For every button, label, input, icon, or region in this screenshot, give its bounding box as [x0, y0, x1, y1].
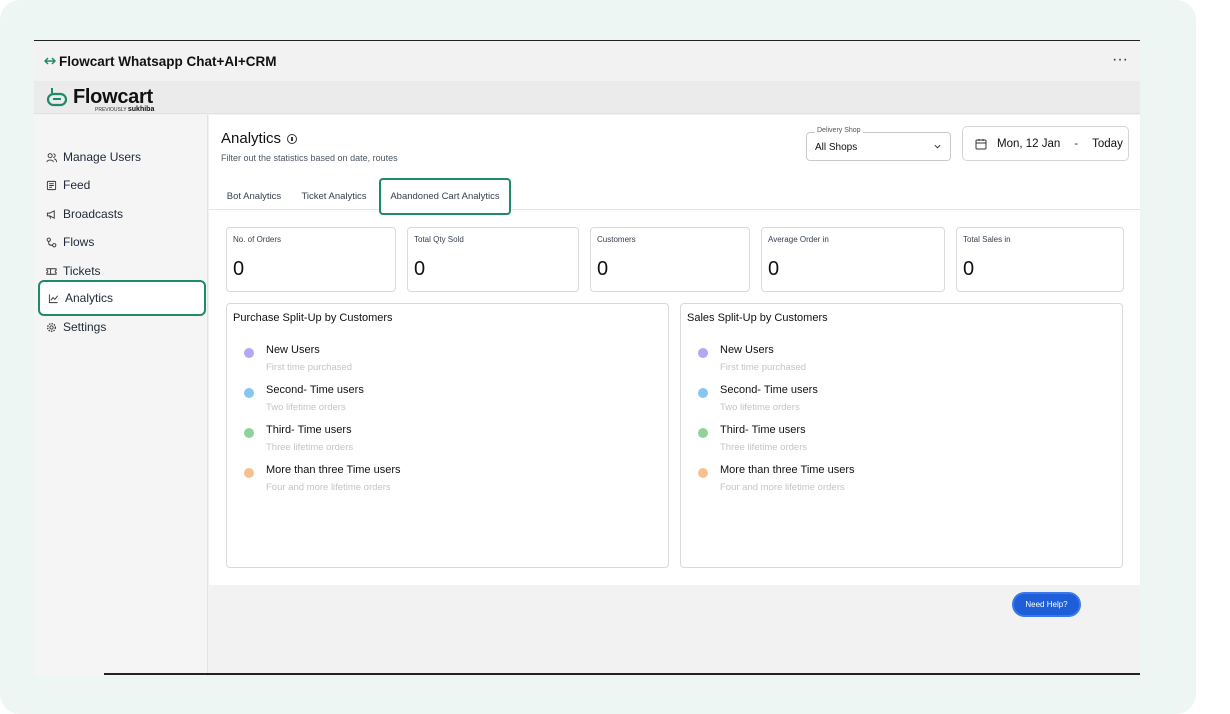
purchase-split-panel: Purchase Split-Up by Customers New Users…: [226, 303, 669, 568]
stat-value: 0: [597, 258, 609, 280]
legend-dot: [244, 428, 254, 438]
legend-dot: [698, 428, 708, 438]
delivery-shop-label: Delivery Shop: [815, 127, 863, 134]
stat-label: No. of Orders: [233, 235, 282, 244]
stat-label: Average Order in: [768, 235, 829, 244]
title-bar: Flowcart Whatsapp Chat+AI+CRM ···: [34, 41, 1140, 81]
chevron-down-icon: [934, 144, 941, 149]
legend-desc: Three lifetime orders: [266, 442, 354, 453]
more-options-button[interactable]: ···: [1112, 51, 1128, 69]
users-icon: [46, 152, 57, 162]
page-subtitle: Filter out the statistics based on date,…: [221, 153, 398, 163]
sidebar-item-label: Tickets: [63, 264, 101, 278]
page-title-text: Analytics: [221, 130, 282, 147]
legend-desc: Three lifetime orders: [720, 442, 808, 453]
flows-icon: [46, 237, 57, 247]
sidebar-item-label: Analytics: [65, 291, 114, 305]
main-content: Analytics Filter out the statistics base…: [209, 115, 1140, 585]
flowcart-logo-icon: [46, 88, 68, 107]
tab-bot-analytics[interactable]: Bot Analytics: [221, 182, 287, 210]
megaphone-icon: [46, 209, 55, 219]
need-help-button[interactable]: Need Help?: [1012, 592, 1081, 617]
sidebar: Manage Users Feed Broadcasts Flows Ticke…: [34, 115, 208, 676]
chart-icon: [48, 293, 58, 303]
bottom-edge: [104, 673, 1140, 675]
page-title: Analytics: [221, 130, 298, 147]
window-title: Flowcart Whatsapp Chat+AI+CRM: [59, 54, 277, 69]
info-icon[interactable]: [287, 133, 298, 144]
analytics-tabs: Bot Analytics Ticket Analytics Abandoned…: [209, 178, 1140, 215]
app-window: Flowcart Whatsapp Chat+AI+CRM ··· Flowca…: [34, 40, 1140, 676]
logo-old-name: sukhiba: [127, 106, 155, 113]
date-separator: -: [1074, 137, 1079, 150]
stat-value: 0: [768, 258, 780, 280]
stat-card-average-order: Average Order in 0: [761, 227, 945, 292]
logo-previously: PREVIOUSLY sukhiba: [95, 106, 154, 113]
legend-desc: First time purchased: [720, 362, 807, 373]
legend-name: New Users: [266, 344, 320, 356]
date-from: Mon, 12 Jan: [997, 137, 1061, 150]
legend-name: More than three Time users: [720, 464, 855, 476]
legend-name: More than three Time users: [266, 464, 401, 476]
calendar-icon: [975, 138, 987, 149]
logo-bar: Flowcart PREVIOUSLY sukhiba: [34, 81, 1140, 114]
delivery-shop-value: All Shops: [815, 142, 858, 153]
sidebar-item-label: Settings: [63, 320, 107, 334]
stat-card-qty-sold: Total Qty Sold 0: [407, 227, 579, 292]
tab-ticket-analytics[interactable]: Ticket Analytics: [297, 182, 371, 210]
sidebar-item-label: Flows: [63, 235, 95, 249]
legend-desc: Four and more lifetime orders: [720, 482, 845, 493]
legend-desc: Two lifetime orders: [266, 402, 346, 413]
stat-value: 0: [963, 258, 975, 280]
stat-label: Total Qty Sold: [414, 235, 464, 244]
gear-icon: [47, 322, 56, 332]
legend-name: Third- Time users: [720, 424, 806, 436]
logo-previously-label: PREVIOUSLY: [95, 107, 127, 113]
date-range-picker[interactable]: Mon, 12 Jan - Today: [962, 126, 1129, 161]
ticket-icon: [46, 267, 57, 275]
sidebar-item-label: Manage Users: [63, 150, 142, 164]
app-icon: [44, 57, 56, 65]
panel-title: Sales Split-Up by Customers: [687, 312, 828, 324]
legend-name: Third- Time users: [266, 424, 352, 436]
sidebar-item-label: Broadcasts: [63, 207, 124, 221]
sidebar-item-settings[interactable]: Settings: [38, 310, 206, 344]
stat-value: 0: [233, 258, 245, 280]
legend-dot: [698, 468, 708, 478]
date-to: Today: [1092, 137, 1123, 150]
delivery-shop-select[interactable]: Delivery Shop All Shops: [806, 127, 951, 161]
feed-icon: [46, 180, 57, 190]
legend-dot: [244, 468, 254, 478]
legend-name: Second- Time users: [266, 384, 364, 396]
stat-label: Total Sales in: [963, 235, 1011, 244]
stat-card-orders: No. of Orders 0: [226, 227, 396, 292]
sidebar-item-label: Feed: [63, 178, 91, 192]
tab-abandoned-cart-analytics[interactable]: Abandoned Cart Analytics: [379, 178, 511, 215]
stat-card-total-sales: Total Sales in 0: [956, 227, 1124, 292]
legend-name: Second- Time users: [720, 384, 818, 396]
legend-dot: [698, 388, 708, 398]
stat-value: 0: [414, 258, 426, 280]
legend-dot: [244, 348, 254, 358]
legend-desc: Two lifetime orders: [720, 402, 800, 413]
stat-label: Customers: [597, 235, 636, 244]
panel-title: Purchase Split-Up by Customers: [233, 312, 393, 324]
stat-card-customers: Customers 0: [590, 227, 750, 292]
legend-dot: [698, 348, 708, 358]
content-footer-area: [209, 585, 1140, 676]
legend-name: New Users: [720, 344, 774, 356]
legend-desc: First time purchased: [266, 362, 353, 373]
legend-desc: Four and more lifetime orders: [266, 482, 391, 493]
sales-split-panel: Sales Split-Up by Customers New Users Fi…: [680, 303, 1123, 568]
legend-dot: [244, 388, 254, 398]
